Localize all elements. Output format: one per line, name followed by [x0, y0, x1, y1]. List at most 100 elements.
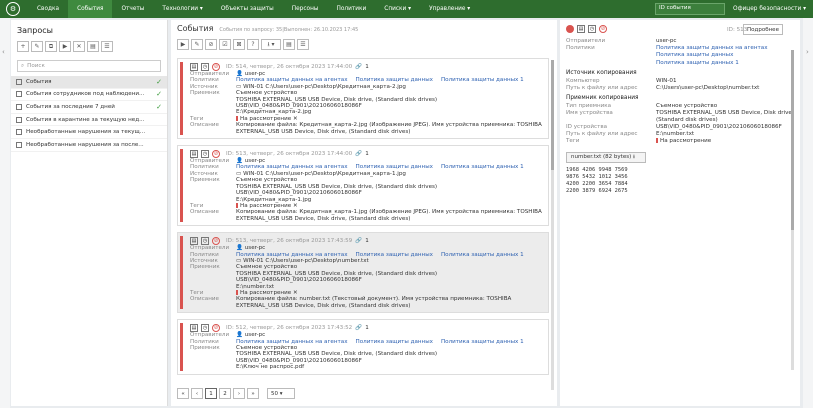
event-card[interactable]: ▤ ◷ ⊘ ID: 512, четверг, 26 октября 2023 17:…: [177, 319, 549, 375]
clock-icon[interactable]: ◷: [588, 25, 596, 33]
user-menu[interactable]: Офицер безопасности ▾: [733, 0, 806, 18]
events-toolbar-button[interactable]: ?: [247, 39, 259, 50]
paperclip-icon: 🔗: [355, 237, 363, 244]
event-field: Описание Копирование файла: number.txt (Т…: [190, 296, 544, 309]
query-item[interactable]: События ✓: [11, 76, 167, 89]
query-toolbar-button[interactable]: ✎: [31, 41, 43, 52]
page-2-button[interactable]: 2: [219, 388, 231, 399]
block-icon[interactable]: ⊘: [599, 25, 607, 33]
policy-link[interactable]: Политика защиты данных на агентах: [236, 339, 348, 345]
nav-item[interactable]: Персоны: [283, 0, 328, 18]
nav-item[interactable]: Списки ▾: [375, 0, 420, 18]
policy-link[interactable]: Политика защиты данных 1: [441, 164, 524, 170]
remove-tag-icon[interactable]: ✕: [291, 203, 298, 209]
detail-value[interactable]: Политика защиты данных на агентах: [656, 45, 786, 51]
page-size-select[interactable]: 50 ▾: [267, 388, 295, 399]
attachment-icon[interactable]: ▤: [190, 236, 198, 245]
field-label: Описание: [190, 122, 219, 129]
event-card[interactable]: ▤ ◷ ⊘ ID: 514, четверг, 26 октября 2023 17:…: [177, 58, 549, 140]
tag-value[interactable]: На рассмотрение: [240, 203, 291, 209]
detail-row: Теги На рассмотрение: [566, 138, 794, 144]
clock-icon[interactable]: ◷: [201, 62, 209, 71]
field-value: Копирование файла: Кредитная_карта-1.jpg…: [236, 209, 544, 222]
query-toolbar-button[interactable]: ✕: [73, 41, 85, 52]
chevron-right-icon[interactable]: ›: [806, 48, 809, 56]
clock-icon[interactable]: ◷: [201, 236, 209, 245]
nav-item[interactable]: Технологии ▾: [153, 0, 211, 18]
tag-value[interactable]: На рассмотрение: [240, 116, 291, 122]
policy-link[interactable]: Политика защиты данных на агентах: [236, 164, 348, 170]
events-toolbar-button[interactable]: ✎: [191, 39, 203, 50]
policy-link[interactable]: Политика защиты данных 1: [441, 77, 524, 83]
receiver-value: Съемное устройство: [236, 345, 298, 351]
query-toolbar-button[interactable]: ☰: [101, 41, 113, 52]
events-toolbar-button[interactable]: ⊠: [233, 39, 245, 50]
last-page-button[interactable]: »: [247, 388, 259, 399]
query-toolbar-button[interactable]: +: [17, 41, 29, 52]
events-toolbar-button[interactable]: ▤: [283, 39, 295, 50]
clock-icon[interactable]: ◷: [201, 149, 209, 158]
detail-value[interactable]: Политика защиты данных 1: [656, 60, 786, 66]
event-card[interactable]: ▤ ◷ ⊘ ID: 513, четверг, 26 октября 2023 17:…: [177, 145, 549, 227]
attachment-count: 1: [365, 237, 369, 244]
query-item[interactable]: События за последние 7 дней ✓: [11, 101, 167, 114]
attachment-icon[interactable]: ▤: [190, 149, 198, 158]
details-scrollbar[interactable]: [791, 50, 794, 370]
user-icon: 👤: [236, 71, 245, 77]
query-item[interactable]: Необработанные нарушения за после...: [11, 139, 167, 152]
query-toolbar-button[interactable]: ▶: [59, 41, 71, 52]
app-logo-icon[interactable]: ⚙: [6, 2, 20, 16]
clock-icon[interactable]: ◷: [201, 323, 209, 332]
query-item[interactable]: Необработанные нарушения за текущ...: [11, 126, 167, 139]
chevron-left-icon[interactable]: ‹: [2, 48, 5, 56]
detail-value[interactable]: Политика защиты данных: [656, 52, 786, 58]
events-toolbar-button[interactable]: ⭳ ▾: [261, 39, 281, 50]
policy-link[interactable]: Политика защиты данных: [356, 339, 433, 345]
right-edge-collapse[interactable]: ›: [803, 18, 813, 408]
policy-link[interactable]: Политика защиты данных: [356, 77, 433, 83]
nav-item[interactable]: Сводка: [28, 0, 68, 18]
nav-item[interactable]: Объекты защиты: [212, 0, 283, 18]
first-page-button[interactable]: «: [177, 388, 189, 399]
event-card[interactable]: ▤ ◷ ⊘ ID: 513, четверг, 26 октября 2023 17:…: [177, 232, 549, 314]
query-toolbar-button[interactable]: ⧉: [45, 41, 57, 52]
tag-flag-icon: [236, 115, 238, 121]
nav-item[interactable]: События: [68, 0, 113, 18]
policy-link[interactable]: Политика защиты данных на агентах: [236, 252, 348, 258]
policy-link[interactable]: Политика защиты данных 1: [441, 339, 524, 345]
attachment-icon[interactable]: ▤: [190, 323, 198, 332]
events-toolbar-button[interactable]: ☑: [219, 39, 231, 50]
remove-tag-icon[interactable]: ✕: [291, 116, 298, 122]
events-toolbar-button[interactable]: ⊘: [205, 39, 217, 50]
policy-link[interactable]: Политика защиты данных: [356, 164, 433, 170]
attachment-icon[interactable]: ▤: [190, 62, 198, 71]
events-toolbar-button[interactable]: ☰: [297, 39, 309, 50]
queries-search-input[interactable]: ⌕ Поиск: [17, 60, 161, 72]
nav-item[interactable]: Отчеты: [112, 0, 153, 18]
block-icon[interactable]: ⊘: [212, 323, 220, 332]
more-details-button[interactable]: Подробнее: [743, 24, 783, 35]
left-edge-collapse[interactable]: ‹: [0, 18, 10, 408]
query-toolbar-button[interactable]: ▤: [87, 41, 99, 52]
page-1-button[interactable]: 1: [205, 388, 217, 399]
query-icon: [16, 116, 22, 123]
checkmark-icon: ✓: [156, 90, 162, 99]
query-item[interactable]: События сотрудников под наблюдени... ✓: [11, 89, 167, 102]
next-page-button[interactable]: ›: [233, 388, 245, 399]
policy-link[interactable]: Политика защиты данных 1: [441, 252, 524, 258]
query-label: События в карантине за текущую нед...: [26, 116, 145, 123]
nav-item[interactable]: Политики: [327, 0, 375, 18]
block-icon[interactable]: ⊘: [212, 149, 220, 158]
query-item[interactable]: События в карантине за текущую нед...: [11, 114, 167, 127]
nav-item[interactable]: Управление ▾: [420, 0, 479, 18]
policy-link[interactable]: Политика защиты данных на агентах: [236, 77, 348, 83]
policy-link[interactable]: Политика защиты данных: [356, 252, 433, 258]
event-id-search-input[interactable]: ID события: [655, 3, 725, 15]
events-scrollbar[interactable]: [551, 60, 554, 390]
attachment-download-button[interactable]: number.txt (82 bytes) ⭳: [566, 152, 646, 164]
events-toolbar-button[interactable]: ▶: [177, 39, 189, 50]
block-icon[interactable]: ⊘: [212, 236, 220, 245]
block-icon[interactable]: ⊘: [212, 62, 220, 71]
prev-page-button[interactable]: ‹: [191, 388, 203, 399]
attachment-icon[interactable]: ▤: [577, 25, 585, 33]
